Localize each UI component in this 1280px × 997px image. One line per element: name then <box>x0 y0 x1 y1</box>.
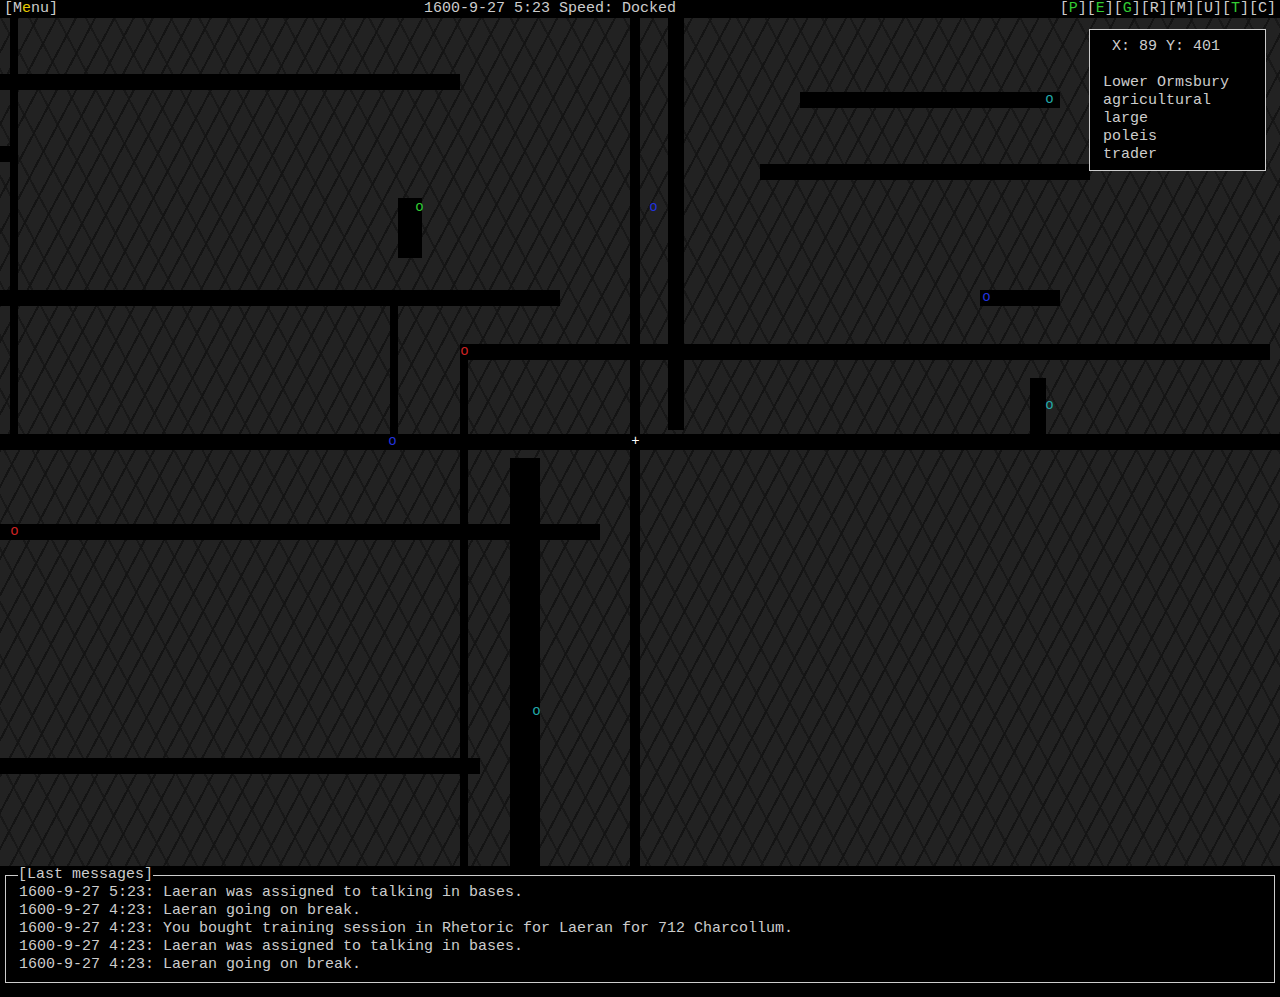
info-box: X: 89 Y: 401 Lower Ormsburyagriculturalla… <box>1089 29 1266 171</box>
panel-button[interactable]: [T] <box>1222 0 1249 18</box>
map-marker[interactable]: o <box>982 289 991 305</box>
map-marker[interactable]: o <box>1045 397 1054 413</box>
road <box>0 290 560 306</box>
date-speed-status: 1600-9-27 5:23 Speed: Docked <box>424 0 856 18</box>
info-line: Lower Ormsbury <box>1103 74 1259 92</box>
map[interactable]: o o o o o o o o o + X: 89 Y: 401 Lower Ormsburyagri… <box>0 18 1280 866</box>
info-line: agricultural <box>1103 92 1259 110</box>
panel-button[interactable]: [C] <box>1249 0 1276 18</box>
map-marker[interactable]: o <box>532 703 541 719</box>
map-marker[interactable]: o <box>388 433 397 449</box>
message-entry: 1600-9-27 5:23: Laeran was assigned to t… <box>19 884 1262 902</box>
panel-button[interactable]: [M] <box>1168 0 1195 18</box>
road <box>0 146 10 162</box>
panel-button[interactable]: [E] <box>1087 0 1114 18</box>
road <box>460 344 1270 360</box>
panel-button[interactable]: [R] <box>1141 0 1168 18</box>
messages-title: [Last messages] <box>18 866 153 884</box>
map-marker[interactable]: o <box>460 343 469 359</box>
message-entry: 1600-9-27 4:23: Laeran was assigned to t… <box>19 938 1262 956</box>
road <box>1030 378 1046 434</box>
road <box>668 18 684 430</box>
message-entry: 1600-9-27 4:23: You bought training sess… <box>19 920 1262 938</box>
coordinates: X: 89 Y: 401 <box>1103 38 1259 56</box>
info-line: trader <box>1103 146 1259 164</box>
road <box>800 92 1060 108</box>
map-marker[interactable]: o <box>1045 91 1054 107</box>
message-entry: 1600-9-27 4:23: Laeran going on break. <box>19 902 1262 920</box>
road <box>10 18 18 434</box>
map-marker[interactable]: o <box>415 199 424 215</box>
menu-button[interactable]: [Menu] <box>4 0 424 18</box>
road <box>460 350 468 866</box>
map-cursor: + <box>631 433 640 449</box>
top-bar: [Menu]1600-9-27 5:23 Speed: Docked [P][E]… <box>0 0 1280 18</box>
road <box>0 758 480 774</box>
road <box>760 164 1090 180</box>
messages-panel: [Last messages]1600-9-27 5:23: Laeran wa… <box>5 875 1275 983</box>
map-marker[interactable]: o <box>10 523 19 539</box>
game-screen: [Menu]1600-9-27 5:23 Speed: Docked [P][E]… <box>0 0 1280 997</box>
road <box>390 300 398 434</box>
panel-button[interactable]: [P] <box>1060 0 1087 18</box>
info-line: large <box>1103 110 1259 128</box>
info-line: poleis <box>1103 128 1259 146</box>
panel-button[interactable]: [G] <box>1114 0 1141 18</box>
map-marker[interactable]: o <box>649 199 658 215</box>
road <box>510 458 540 866</box>
road <box>980 290 1060 306</box>
panel-buttons: [P][E][G][R][M][U][T][C] <box>1060 0 1276 18</box>
panel-button[interactable]: [U] <box>1195 0 1222 18</box>
road <box>0 434 1280 450</box>
road <box>0 74 460 90</box>
message-entry: 1600-9-27 4:23: Laeran going on break. <box>19 956 1262 974</box>
